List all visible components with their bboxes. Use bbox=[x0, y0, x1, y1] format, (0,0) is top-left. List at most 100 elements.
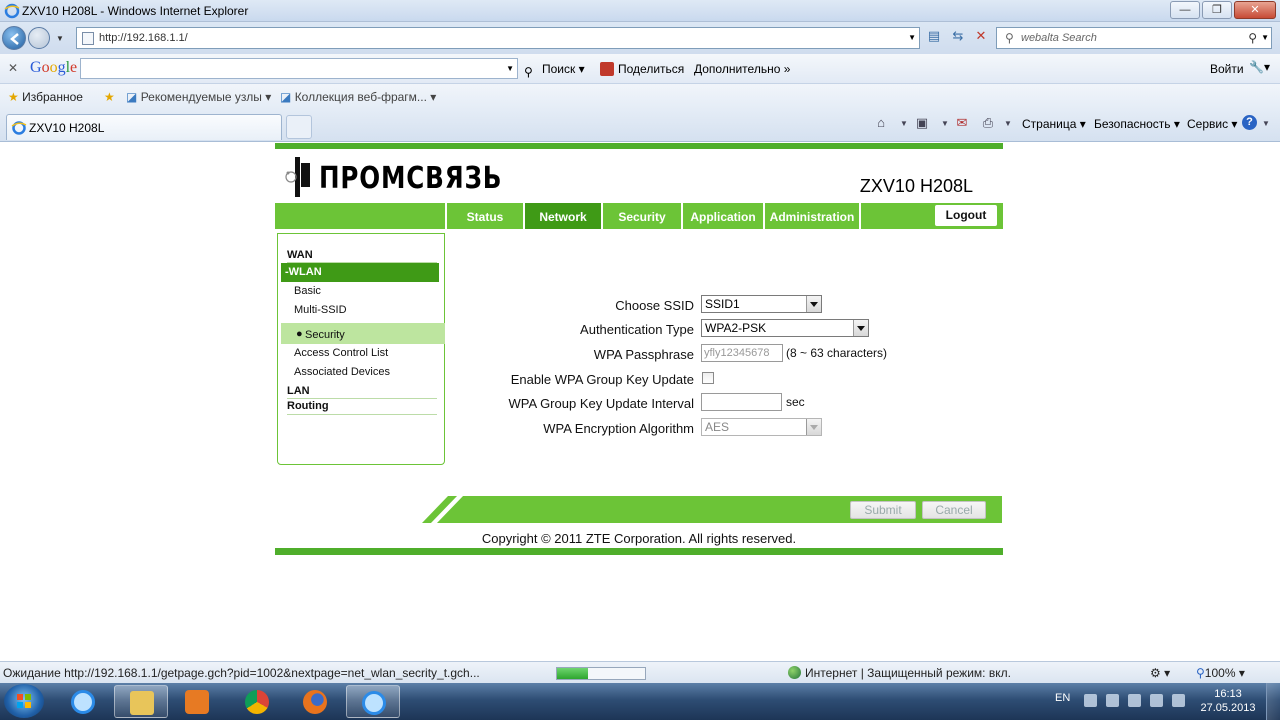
ie-page-icon bbox=[11, 121, 27, 135]
wrench-icon[interactable]: 🔧▾ bbox=[1249, 60, 1270, 74]
page-menu[interactable]: Страница ▾ bbox=[1022, 117, 1086, 131]
taskbar-ie-active[interactable] bbox=[346, 685, 400, 718]
taskbar-media[interactable] bbox=[170, 685, 224, 718]
search-options-dropdown-icon[interactable]: ▼ bbox=[1261, 33, 1269, 42]
router-page: ПРОМСВЯЗЬ ZXV10 H208L Status Network Sec… bbox=[275, 143, 1003, 555]
tray-flag-icon[interactable] bbox=[1150, 694, 1163, 707]
taskbar-chrome[interactable] bbox=[230, 685, 284, 718]
cancel-button[interactable]: Cancel bbox=[922, 501, 986, 519]
ie-icon bbox=[362, 691, 386, 715]
auth-type-label: Authentication Type bbox=[580, 322, 694, 337]
stop-icon[interactable]: ✕ bbox=[973, 28, 989, 44]
submit-button[interactable]: Submit bbox=[850, 501, 916, 519]
tab-application[interactable]: Application bbox=[681, 203, 763, 229]
print-dropdown-icon[interactable]: ▼ bbox=[1000, 119, 1016, 135]
forward-button[interactable] bbox=[28, 27, 50, 49]
address-dropdown-icon[interactable]: ▼ bbox=[908, 33, 916, 42]
taskbar-ie[interactable] bbox=[56, 685, 110, 718]
passphrase-hint: (8 ~ 63 characters) bbox=[786, 346, 888, 360]
print-icon[interactable]: ⎙ bbox=[980, 115, 996, 131]
add-favorite-icon[interactable]: ★ bbox=[104, 90, 115, 104]
group-key-interval-input[interactable] bbox=[701, 393, 782, 411]
group-key-interval-label: WPA Group Key Update Interval bbox=[508, 396, 694, 411]
tab-administration[interactable]: Administration bbox=[763, 203, 859, 229]
ssid-select[interactable]: SSID1 bbox=[701, 295, 822, 313]
refresh-icon[interactable]: ⇆ bbox=[950, 28, 966, 44]
more-button[interactable]: Дополнительно » bbox=[694, 62, 790, 76]
chevron-down-icon bbox=[806, 419, 821, 435]
clock[interactable]: 16:13 27.05.2013 bbox=[1200, 687, 1256, 715]
google-search-input[interactable]: ▼ bbox=[80, 58, 518, 79]
auth-type-select[interactable]: WPA2-PSK bbox=[701, 319, 869, 337]
tools-menu[interactable]: Сервис ▾ bbox=[1187, 117, 1237, 131]
tray-network-icon[interactable] bbox=[1106, 694, 1119, 707]
web-slice-gallery-link[interactable]: ◪ Коллекция веб-фрагм... ▾ bbox=[280, 90, 436, 104]
action-bar: Submit Cancel bbox=[422, 496, 1002, 523]
firefox-icon bbox=[303, 690, 327, 714]
address-bar[interactable]: http://192.168.1.1/ ▼ bbox=[76, 27, 920, 49]
brand-text: ПРОМСВЯЗЬ bbox=[319, 161, 503, 196]
security-zone[interactable]: Интернет | Защищенный режим: вкл. bbox=[788, 666, 1011, 680]
feeds-dropdown-icon[interactable]: ▼ bbox=[937, 119, 953, 135]
sidebar-item-wlan[interactable]: -WLAN bbox=[281, 263, 439, 282]
row-choose-ssid: Choose SSID SSID1 bbox=[275, 295, 1003, 315]
tab-security[interactable]: Security bbox=[601, 203, 681, 229]
close-window-button[interactable]: ✕ bbox=[1234, 1, 1276, 19]
home-icon[interactable]: ⌂ bbox=[873, 115, 889, 131]
interval-unit: sec bbox=[786, 395, 805, 409]
language-indicator[interactable]: EN bbox=[1055, 692, 1070, 704]
share-icon bbox=[600, 62, 614, 76]
sidebar-item-wan[interactable]: WAN bbox=[287, 249, 313, 261]
back-button[interactable] bbox=[2, 26, 26, 50]
tray-arrow-icon[interactable] bbox=[1084, 694, 1097, 707]
passphrase-input[interactable]: yfly12345678 bbox=[701, 344, 783, 362]
logout-button[interactable]: Logout bbox=[935, 205, 997, 226]
chevron-down-icon bbox=[806, 296, 821, 312]
zoom-level[interactable]: ⚲100% ▾ bbox=[1196, 666, 1245, 680]
google-logo: Google bbox=[30, 59, 78, 76]
mail-icon[interactable]: ✉ bbox=[954, 115, 970, 131]
ssid-label: Choose SSID bbox=[615, 298, 694, 313]
safety-menu[interactable]: Безопасность ▾ bbox=[1094, 117, 1180, 131]
minimize-button[interactable]: — bbox=[1170, 1, 1200, 19]
passphrase-label: WPA Passphrase bbox=[593, 347, 694, 362]
tray-volume-icon[interactable] bbox=[1172, 694, 1185, 707]
bottom-green-bar bbox=[275, 548, 1003, 555]
group-key-update-checkbox[interactable] bbox=[702, 372, 714, 384]
compatibility-view-icon[interactable]: ▤ bbox=[926, 28, 942, 44]
encryption-label: WPA Encryption Algorithm bbox=[543, 421, 694, 436]
tab-status[interactable]: Status bbox=[445, 203, 523, 229]
windows-logo-icon bbox=[17, 694, 31, 708]
taskbar-firefox[interactable] bbox=[288, 685, 342, 718]
search-icon[interactable]: ⚲ bbox=[1248, 31, 1257, 45]
close-toolbar-icon[interactable]: ✕ bbox=[8, 61, 18, 75]
feeds-icon[interactable]: ▣ bbox=[914, 115, 930, 131]
maximize-button[interactable]: ❐ bbox=[1202, 1, 1232, 19]
favorites-button[interactable]: ★ Избранное bbox=[8, 90, 83, 104]
show-desktop-button[interactable] bbox=[1266, 683, 1280, 720]
chevron-down-icon bbox=[853, 320, 868, 336]
google-search-button[interactable]: ⚲ Поиск ▾ bbox=[524, 62, 585, 79]
zoom-options-icon[interactable]: ⚙ ▾ bbox=[1150, 666, 1170, 680]
start-button[interactable] bbox=[4, 684, 44, 718]
tab-network[interactable]: Network bbox=[523, 203, 601, 229]
search-box[interactable]: ⚲ webalta Search ⚲ ▼ bbox=[996, 27, 1272, 49]
status-bar: Ожидание http://192.168.1.1/getpage.gch?… bbox=[0, 661, 1280, 683]
row-group-key-interval: WPA Group Key Update Interval sec bbox=[275, 393, 1003, 413]
history-dropdown-icon[interactable]: ▼ bbox=[56, 34, 64, 43]
tray-usb-icon[interactable] bbox=[1128, 694, 1141, 707]
row-encryption: WPA Encryption Algorithm AES bbox=[275, 418, 1003, 438]
encryption-select[interactable]: AES bbox=[701, 418, 822, 436]
tab-router[interactable]: ZXV10 H208L bbox=[6, 114, 282, 140]
recommended-sites-link[interactable]: ◪ Рекомендуемые узлы ▾ bbox=[126, 90, 271, 104]
taskbar-explorer[interactable] bbox=[114, 685, 168, 718]
share-button[interactable]: Поделиться bbox=[600, 62, 684, 76]
folder-icon bbox=[130, 691, 154, 715]
home-dropdown-icon[interactable]: ▼ bbox=[896, 119, 912, 135]
row-auth-type: Authentication Type WPA2-PSK bbox=[275, 319, 1003, 339]
help-icon[interactable]: ? bbox=[1242, 115, 1257, 130]
help-dropdown-icon[interactable]: ▼ bbox=[1258, 119, 1274, 135]
signin-button[interactable]: Войти bbox=[1210, 62, 1244, 76]
new-tab-button[interactable] bbox=[286, 115, 312, 139]
address-url[interactable]: http://192.168.1.1/ bbox=[99, 32, 188, 44]
